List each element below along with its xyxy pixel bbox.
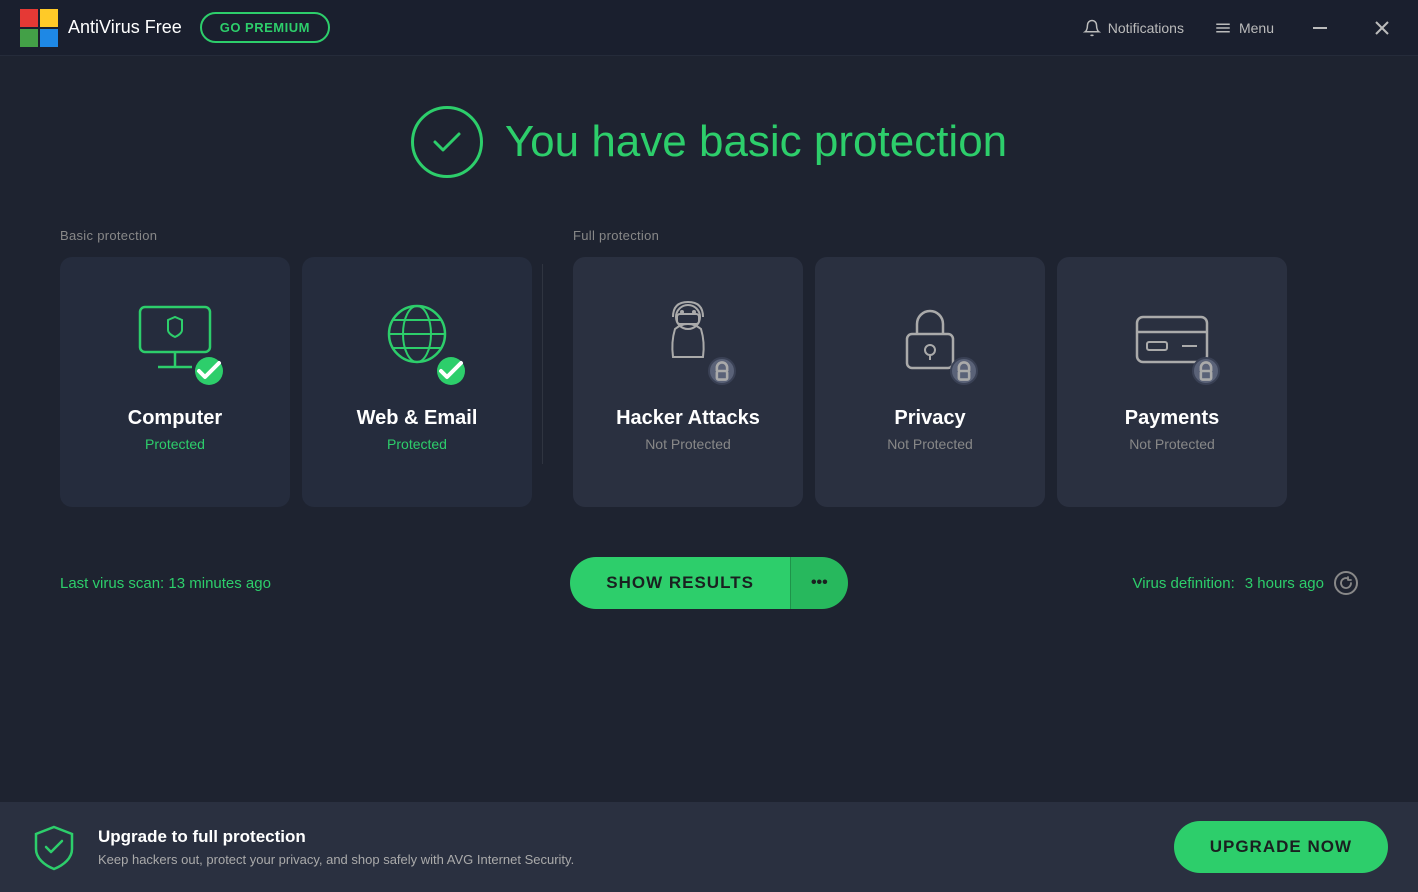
avg-logo-icon — [20, 9, 58, 47]
payments-card[interactable]: Payments Not Protected — [1057, 257, 1287, 507]
refresh-icon — [1339, 576, 1353, 590]
computer-card-status: Protected — [145, 436, 205, 452]
privacy-icon-wrap — [880, 287, 980, 387]
full-protection-section: Full protection — [573, 228, 1358, 507]
upgrade-bar: Upgrade to full protection Keep hackers … — [0, 802, 1418, 892]
last-scan-time: 13 minutes ago — [168, 575, 271, 592]
payments-status-badge — [1192, 357, 1220, 385]
hero-title: You have basic protection — [505, 117, 1007, 167]
protection-sections: Basic protection — [60, 228, 1358, 507]
refresh-button[interactable] — [1334, 571, 1358, 595]
hero-highlight: basic protection — [699, 117, 1007, 166]
menu-label: Menu — [1239, 20, 1274, 36]
upgrade-title: Upgrade to full protection — [98, 827, 1154, 847]
upgrade-now-button[interactable]: UPGRADE NOW — [1174, 821, 1388, 873]
section-divider — [542, 264, 543, 464]
computer-icon-wrap — [125, 287, 225, 387]
basic-protection-section: Basic protection — [60, 228, 532, 507]
basic-cards-row: Computer Protected — [60, 257, 532, 507]
hacker-card-title: Hacker Attacks — [616, 407, 760, 430]
virus-definition-text: Virus definition: 3 hours ago — [868, 571, 1358, 595]
web-email-status-badge — [437, 357, 465, 385]
last-scan-text: Last virus scan: 13 minutes ago — [60, 575, 550, 592]
hero-prefix: You have — [505, 117, 699, 166]
more-options-button[interactable]: ••• — [790, 557, 848, 609]
app-name: AntiVirus Free — [68, 17, 182, 38]
upgrade-subtitle: Keep hackers out, protect your privacy, … — [98, 852, 1154, 867]
hero-section: You have basic protection — [60, 106, 1358, 178]
computer-card[interactable]: Computer Protected — [60, 257, 290, 507]
computer-status-badge — [195, 357, 223, 385]
hacker-icon-wrap — [638, 287, 738, 387]
virus-def-prefix: Virus definition: — [1132, 575, 1234, 592]
titlebar-actions: Notifications Menu — [1083, 12, 1398, 44]
payments-icon-wrap — [1122, 287, 1222, 387]
full-section-label: Full protection — [573, 228, 1358, 243]
close-button[interactable] — [1366, 12, 1398, 44]
web-email-card[interactable]: Web & Email Protected — [302, 257, 532, 507]
minimize-button[interactable] — [1304, 12, 1336, 44]
titlebar: AntiVirus Free GO PREMIUM Notifications … — [0, 0, 1418, 56]
hacker-card-status: Not Protected — [645, 436, 731, 452]
web-email-icon-wrap — [367, 287, 467, 387]
checkmark-icon — [429, 124, 465, 160]
privacy-card-status: Not Protected — [887, 436, 973, 452]
payments-card-status: Not Protected — [1129, 436, 1215, 452]
notifications-label: Notifications — [1108, 20, 1184, 36]
upgrade-text-block: Upgrade to full protection Keep hackers … — [98, 827, 1154, 867]
shield-icon — [30, 823, 78, 871]
bell-icon — [1083, 19, 1101, 37]
notifications-button[interactable]: Notifications — [1083, 19, 1184, 37]
menu-icon — [1214, 19, 1232, 37]
privacy-card[interactable]: Privacy Not Protected — [815, 257, 1045, 507]
privacy-status-badge — [950, 357, 978, 385]
basic-section-label: Basic protection — [60, 228, 532, 243]
scan-section: Last virus scan: 13 minutes ago SHOW RES… — [60, 557, 1358, 609]
go-premium-button[interactable]: GO PREMIUM — [200, 12, 330, 43]
main-content: You have basic protection Basic protecti… — [0, 56, 1418, 609]
app-logo: AntiVirus Free — [20, 9, 182, 47]
hacker-status-badge — [708, 357, 736, 385]
last-scan-prefix: Last virus scan: — [60, 575, 168, 592]
menu-button[interactable]: Menu — [1214, 19, 1274, 37]
close-icon — [1375, 21, 1389, 35]
show-results-wrap: SHOW RESULTS ••• — [570, 557, 848, 609]
full-cards-row: Hacker Attacks Not Protected — [573, 257, 1358, 507]
hacker-attacks-card[interactable]: Hacker Attacks Not Protected — [573, 257, 803, 507]
virus-def-time: 3 hours ago — [1245, 575, 1324, 592]
hero-status-icon — [411, 106, 483, 178]
web-email-card-status: Protected — [387, 436, 447, 452]
show-results-button[interactable]: SHOW RESULTS — [570, 557, 790, 609]
